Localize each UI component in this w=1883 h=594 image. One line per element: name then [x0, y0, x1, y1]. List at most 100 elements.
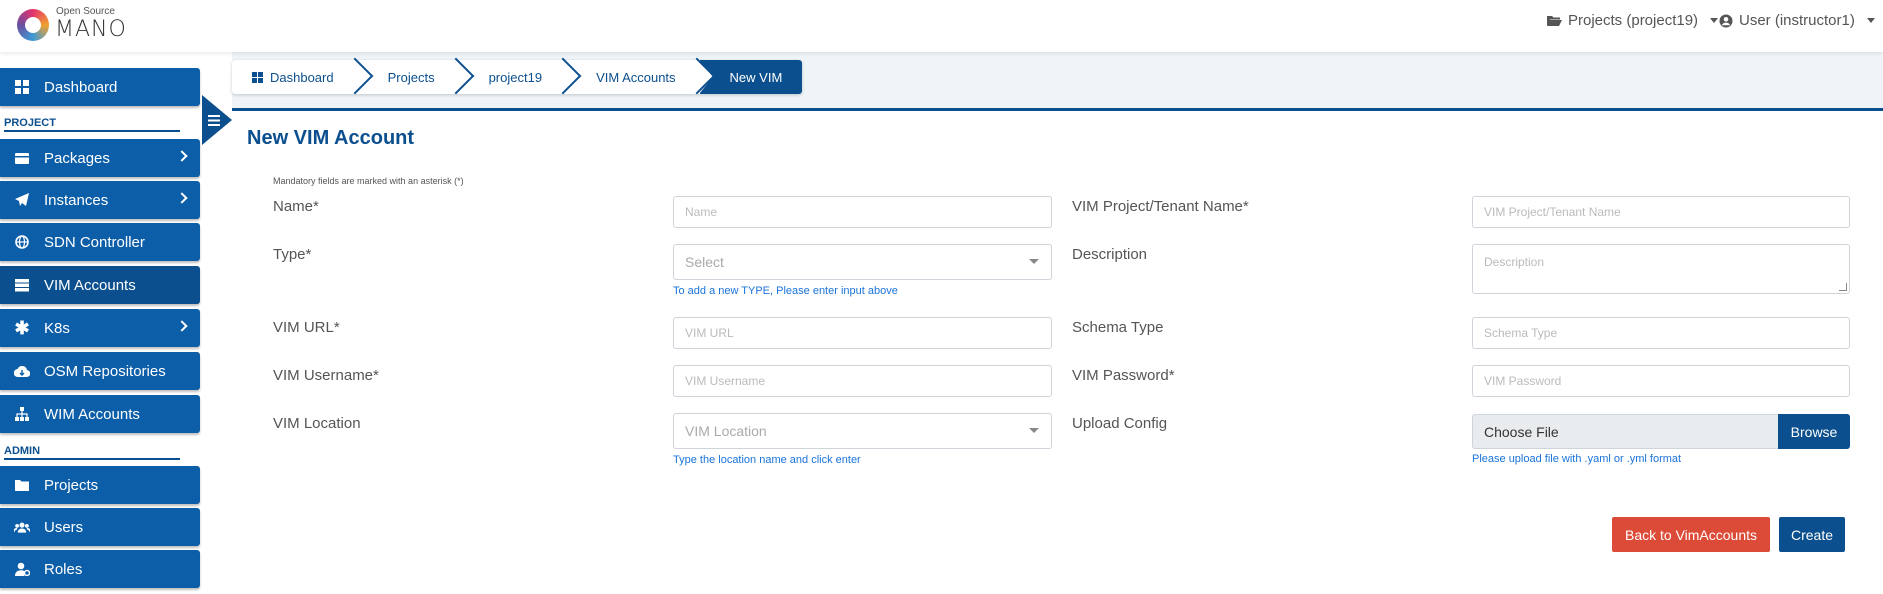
sidebar-item-label: OSM Repositories	[44, 362, 166, 380]
section-label-project: PROJECT	[4, 117, 180, 132]
breadcrumb-vim-accounts[interactable]: VIM Accounts	[566, 60, 699, 94]
sidebar-item-roles[interactable]: Roles	[0, 550, 200, 588]
users-icon	[14, 519, 30, 535]
sidebar-item-packages[interactable]: Packages	[0, 139, 200, 177]
sidebar-item-label: Packages	[44, 149, 110, 167]
top-navbar: Open Source MANO Projects (project19) Us…	[0, 0, 1883, 52]
dropdown-arrow-icon	[1029, 428, 1039, 433]
projects-dropdown-label: Projects (project19)	[1568, 12, 1699, 29]
asterisk-icon: ✱	[14, 317, 30, 338]
server-icon	[14, 277, 30, 293]
breadcrumb-label: New VIM	[729, 69, 783, 85]
upload-config-hint: Please upload file with .yaml or .yml fo…	[1472, 453, 1682, 465]
folder-open-icon	[1547, 16, 1562, 26]
sidebar-item-label: Users	[44, 518, 84, 536]
breadcrumb-dashboard[interactable]: Dashboard	[232, 60, 358, 94]
type-select-placeholder: Select	[685, 254, 724, 270]
breadcrumb-project19[interactable]: project19	[459, 60, 566, 94]
type-hint: To add a new TYPE, Please enter input ab…	[673, 285, 898, 297]
dashboard-icon	[14, 79, 30, 95]
cloud-download-icon	[14, 363, 30, 379]
sidebar-item-label: VIM Accounts	[44, 276, 136, 294]
vim-location-select[interactable]: VIM Location	[673, 413, 1052, 449]
caret-down-icon	[1866, 18, 1875, 23]
logo-small-text: Open Source	[56, 6, 115, 17]
breadcrumb-label: Projects	[387, 69, 435, 85]
sidebar-item-label: WIM Accounts	[44, 405, 140, 423]
vim-url-input[interactable]: VIM URL	[673, 317, 1052, 349]
paper-plane-icon	[14, 192, 30, 208]
schema-type-label: Schema Type	[1072, 319, 1164, 336]
page-title: New VIM Account	[247, 127, 415, 149]
vim-location-label: VIM Location	[273, 415, 361, 432]
user-circle-icon	[1719, 14, 1733, 27]
create-button[interactable]: Create	[1779, 517, 1845, 552]
upload-config-file-input[interactable]: Choose File Browse	[1472, 414, 1850, 449]
chevron-right-icon	[176, 150, 188, 162]
breadcrumb: Dashboard Projects project19 VIM Account…	[232, 60, 803, 94]
sidebar-item-label: Projects	[44, 476, 99, 494]
type-select[interactable]: Select	[673, 244, 1052, 280]
vim-location-hint: Type the location name and click enter	[673, 454, 861, 466]
user-dropdown[interactable]: User (instructor1)	[1719, 12, 1875, 29]
sidebar-toggle-button[interactable]	[202, 95, 232, 145]
breadcrumb-new-vim: New VIM	[698, 60, 803, 94]
breadcrumb-projects[interactable]: Projects	[358, 60, 459, 94]
user-dropdown-label: User (instructor1)	[1739, 12, 1855, 29]
vim-url-label: VIM URL*	[273, 319, 340, 336]
package-icon	[14, 150, 30, 166]
hamburger-icon	[208, 114, 220, 126]
sidebar-item-label: K8s	[44, 319, 70, 337]
tenant-label: VIM Project/Tenant Name*	[1072, 198, 1249, 215]
sidebar-item-osm-repositories[interactable]: OSM Repositories	[0, 352, 200, 390]
sidebar-item-users[interactable]: Users	[0, 508, 200, 546]
vim-username-label: VIM Username*	[273, 367, 379, 384]
name-input[interactable]: Name	[673, 196, 1052, 228]
user-cog-icon	[14, 561, 30, 577]
file-input-text: Choose File	[1484, 423, 1559, 440]
dashboard-icon	[252, 71, 263, 83]
sidebar-item-wim-accounts[interactable]: WIM Accounts	[0, 395, 200, 433]
vim-username-input[interactable]: VIM Username	[673, 365, 1052, 397]
resize-handle-icon[interactable]	[1839, 283, 1847, 291]
chevron-right-icon	[176, 320, 188, 332]
sidebar-item-vim-accounts[interactable]: VIM Accounts	[0, 266, 200, 304]
type-label: Type*	[273, 246, 312, 263]
schema-type-input[interactable]: Schema Type	[1472, 317, 1850, 349]
tenant-input[interactable]: VIM Project/Tenant Name	[1472, 196, 1850, 228]
sidebar-item-dashboard[interactable]: Dashboard	[0, 68, 200, 106]
chevron-right-icon	[176, 192, 188, 204]
vim-location-placeholder: VIM Location	[685, 423, 767, 439]
upload-config-label: Upload Config	[1072, 415, 1168, 432]
caret-down-icon	[1710, 18, 1719, 23]
sidebar-item-label: Dashboard	[44, 78, 118, 96]
logo-ring-icon	[17, 9, 49, 41]
vim-password-input[interactable]: VIM Password	[1472, 365, 1850, 397]
browse-button[interactable]: Browse	[1778, 414, 1850, 449]
folder-icon	[14, 477, 30, 493]
sidebar-item-k8s[interactable]: ✱ K8s	[0, 309, 200, 347]
description-textarea[interactable]: Description	[1472, 244, 1850, 294]
sidebar-item-label: Instances	[44, 191, 109, 209]
logo-big-text: MANO	[55, 17, 127, 42]
breadcrumb-label: Dashboard	[270, 69, 334, 85]
globe-icon	[14, 234, 30, 250]
osm-logo[interactable]: Open Source MANO	[17, 4, 126, 44]
breadcrumb-label: VIM Accounts	[596, 69, 676, 85]
mandatory-note: Mandatory fields are marked with an aste…	[273, 176, 464, 186]
vim-password-label: VIM Password*	[1072, 367, 1175, 384]
dropdown-arrow-icon	[1029, 259, 1039, 264]
projects-dropdown[interactable]: Projects (project19)	[1546, 12, 1719, 29]
sidebar-item-label: SDN Controller	[44, 233, 145, 251]
breadcrumb-label: project19	[488, 69, 543, 85]
name-label: Name*	[273, 198, 319, 215]
section-label-admin: ADMIN	[4, 445, 180, 460]
description-label: Description	[1072, 246, 1148, 263]
sitemap-icon	[14, 406, 30, 422]
sidebar-item-sdn-controller[interactable]: SDN Controller	[0, 223, 200, 261]
sidebar-item-instances[interactable]: Instances	[0, 181, 200, 219]
sidebar-item-projects[interactable]: Projects	[0, 466, 200, 504]
back-to-vimaccounts-button[interactable]: Back to VimAccounts	[1612, 517, 1770, 552]
description-placeholder: Description	[1484, 255, 1545, 269]
sidebar-item-label: Roles	[44, 560, 83, 578]
